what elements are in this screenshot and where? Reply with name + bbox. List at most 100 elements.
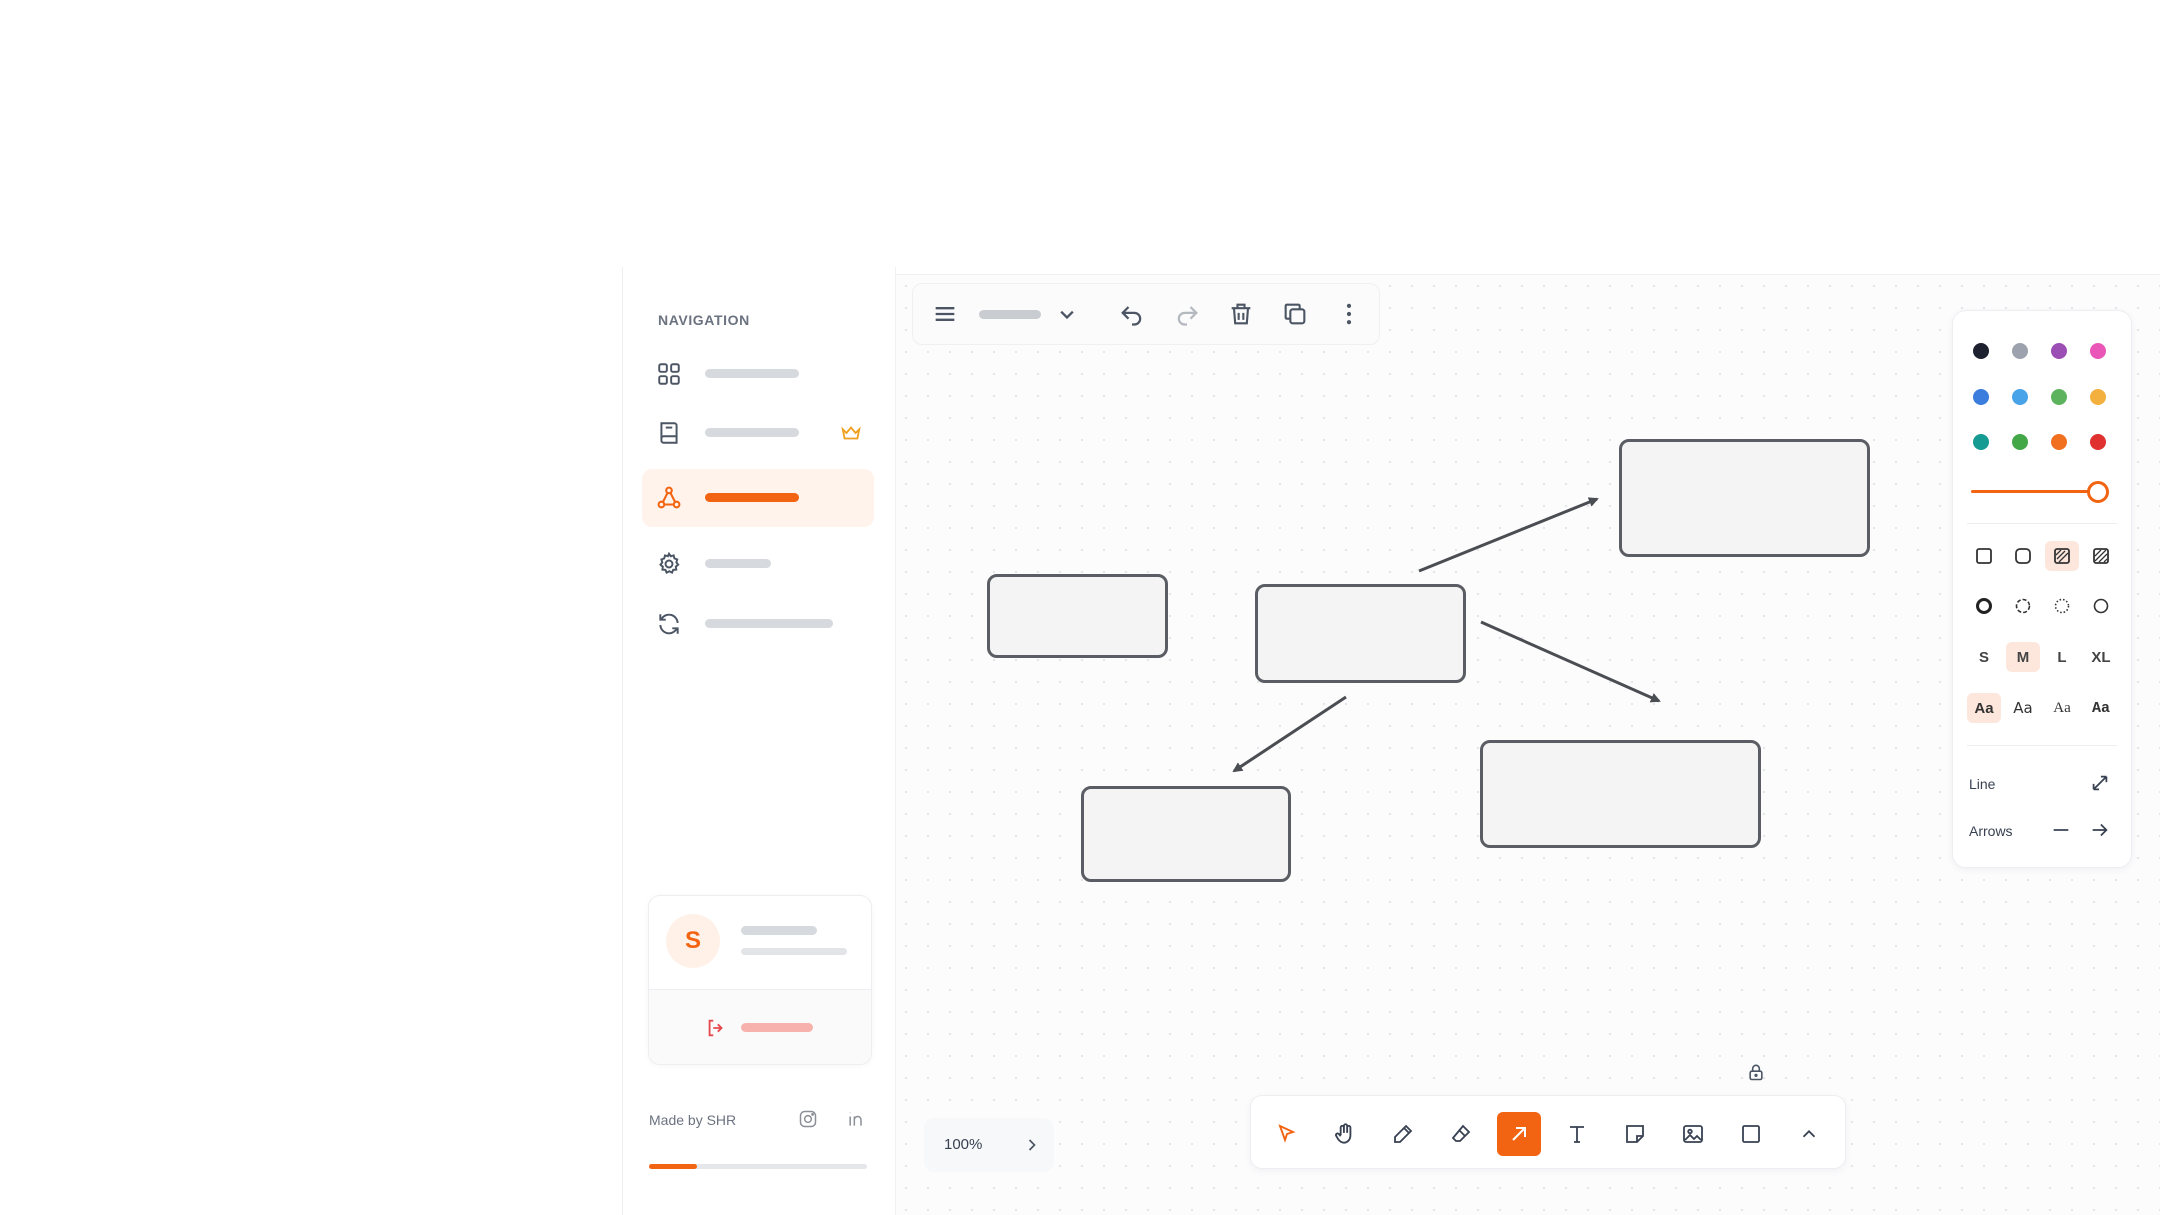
more-tools-button[interactable] [1787, 1112, 1831, 1156]
rectangle-tool[interactable] [1729, 1112, 1773, 1156]
instagram-icon[interactable] [798, 1109, 818, 1129]
diagram-node[interactable] [1480, 740, 1761, 848]
diagram-node[interactable] [987, 574, 1168, 658]
diagonal-line-icon[interactable] [2089, 772, 2111, 794]
color-swatch[interactable] [2012, 389, 2028, 405]
color-swatch[interactable] [2051, 389, 2067, 405]
book-icon [660, 422, 678, 444]
color-swatch[interactable] [2051, 343, 2067, 359]
hand-tool[interactable] [1323, 1112, 1367, 1156]
canvas-top-border [895, 274, 2160, 275]
size-s-option[interactable]: S [1967, 642, 2001, 672]
sidebar-item-diagrams[interactable] [642, 469, 874, 527]
stroke-solid-option[interactable] [1967, 591, 2001, 621]
font-serif-option[interactable]: Aa [2045, 693, 2079, 723]
color-swatch[interactable] [2090, 389, 2106, 405]
bottom-toolbar [1250, 1095, 1846, 1169]
linkedin-icon[interactable] [846, 1109, 866, 1129]
circle-solid-icon [1976, 598, 1992, 614]
fill-pattern-option[interactable] [2045, 541, 2079, 571]
sidebar-item-sync[interactable] [642, 595, 874, 653]
text-icon [1570, 1126, 1584, 1143]
arrow-icon [1512, 1127, 1526, 1141]
line-label: Line [1969, 776, 1996, 792]
sidebar-item-label [705, 493, 799, 502]
lock-icon[interactable] [1746, 1062, 1766, 1082]
divider [1967, 523, 2117, 524]
eraser-tool[interactable] [1439, 1112, 1483, 1156]
zoom-level: 100% [944, 1136, 983, 1153]
logout-label [741, 1023, 813, 1032]
diagram-node[interactable] [1619, 439, 1870, 557]
color-swatch[interactable] [2090, 434, 2106, 450]
stroke-thin-option[interactable] [2084, 591, 2118, 621]
color-swatch[interactable] [2051, 434, 2067, 450]
navigation-title: NAVIGATION [658, 312, 750, 328]
sticky-note-icon [1626, 1125, 1644, 1143]
opacity-slider-thumb[interactable] [2087, 481, 2109, 503]
copy-icon[interactable] [1281, 300, 1309, 328]
pencil-tool[interactable] [1381, 1112, 1425, 1156]
line-start-icon[interactable] [2050, 819, 2072, 841]
chevron-down-icon[interactable] [1053, 300, 1081, 328]
color-swatch[interactable] [2090, 343, 2106, 359]
logout-button[interactable] [649, 989, 871, 1064]
square-icon [1976, 548, 1992, 564]
rectangle-icon [1742, 1125, 1760, 1143]
color-swatch[interactable] [2012, 343, 2028, 359]
size-m-option[interactable]: M [2006, 642, 2040, 672]
progress-fill [649, 1164, 697, 1169]
select-tool[interactable] [1265, 1112, 1309, 1156]
profile-email [741, 948, 847, 955]
sidebar-item-library[interactable] [642, 404, 874, 462]
opacity-slider-track[interactable] [1971, 490, 2096, 493]
crown-icon [841, 426, 861, 440]
stroke-dotted-option[interactable] [2045, 591, 2079, 621]
trash-icon[interactable] [1227, 300, 1255, 328]
fill-semi-option[interactable] [2006, 541, 2040, 571]
redo-icon[interactable] [1173, 300, 1201, 328]
avatar[interactable]: S [666, 914, 720, 968]
font-sans-option[interactable]: Aa [1967, 693, 2001, 723]
diagram-node[interactable] [1081, 786, 1291, 882]
hatch-icon [2054, 548, 2070, 564]
color-swatch[interactable] [1973, 389, 1989, 405]
font-draw-option[interactable]: Aa [2006, 693, 2040, 723]
eraser-icon [1451, 1124, 1471, 1142]
diagram-node[interactable] [1255, 584, 1466, 683]
arrow-tool[interactable] [1497, 1112, 1541, 1156]
sidebar-item-settings[interactable] [642, 535, 874, 593]
undo-icon[interactable] [1118, 300, 1146, 328]
color-swatch[interactable] [2012, 434, 2028, 450]
document-title[interactable] [979, 310, 1041, 319]
properties-panel: S M L XL Aa Aa Aa Aa Line Arrows [1952, 310, 2132, 868]
color-swatch[interactable] [1973, 434, 1989, 450]
zoom-control[interactable]: 100% [924, 1118, 1054, 1172]
size-xl-option[interactable]: XL [2084, 642, 2118, 672]
fill-solid-option[interactable] [2084, 541, 2118, 571]
size-l-option[interactable]: L [2045, 642, 2079, 672]
more-vertical-icon[interactable] [1335, 300, 1363, 328]
profile-card: S [648, 895, 872, 1065]
sidebar-item-dashboard[interactable] [642, 345, 874, 403]
image-icon [1683, 1125, 1703, 1143]
sticky-note-tool[interactable] [1613, 1112, 1657, 1156]
hand-icon [1335, 1123, 1352, 1144]
logout-icon [708, 1019, 723, 1037]
arrow-right-icon[interactable] [2089, 819, 2111, 841]
menu-icon[interactable] [931, 300, 959, 328]
chevron-right-icon[interactable] [1022, 1135, 1042, 1155]
progress-bar [649, 1164, 867, 1169]
image-tool[interactable] [1671, 1112, 1715, 1156]
text-tool[interactable] [1555, 1112, 1599, 1156]
circle-icon [2093, 598, 2109, 614]
font-mono-option[interactable]: Aa [2084, 693, 2118, 723]
stroke-dashed-option[interactable] [2006, 591, 2040, 621]
color-swatch[interactable] [1973, 343, 1989, 359]
sidebar-item-label [705, 428, 799, 437]
pencil-icon [1394, 1124, 1413, 1143]
fill-none-option[interactable] [1967, 541, 2001, 571]
square-rounded-icon [2015, 548, 2031, 564]
chevron-up-icon [1802, 1129, 1816, 1138]
grid-icon [658, 363, 680, 385]
